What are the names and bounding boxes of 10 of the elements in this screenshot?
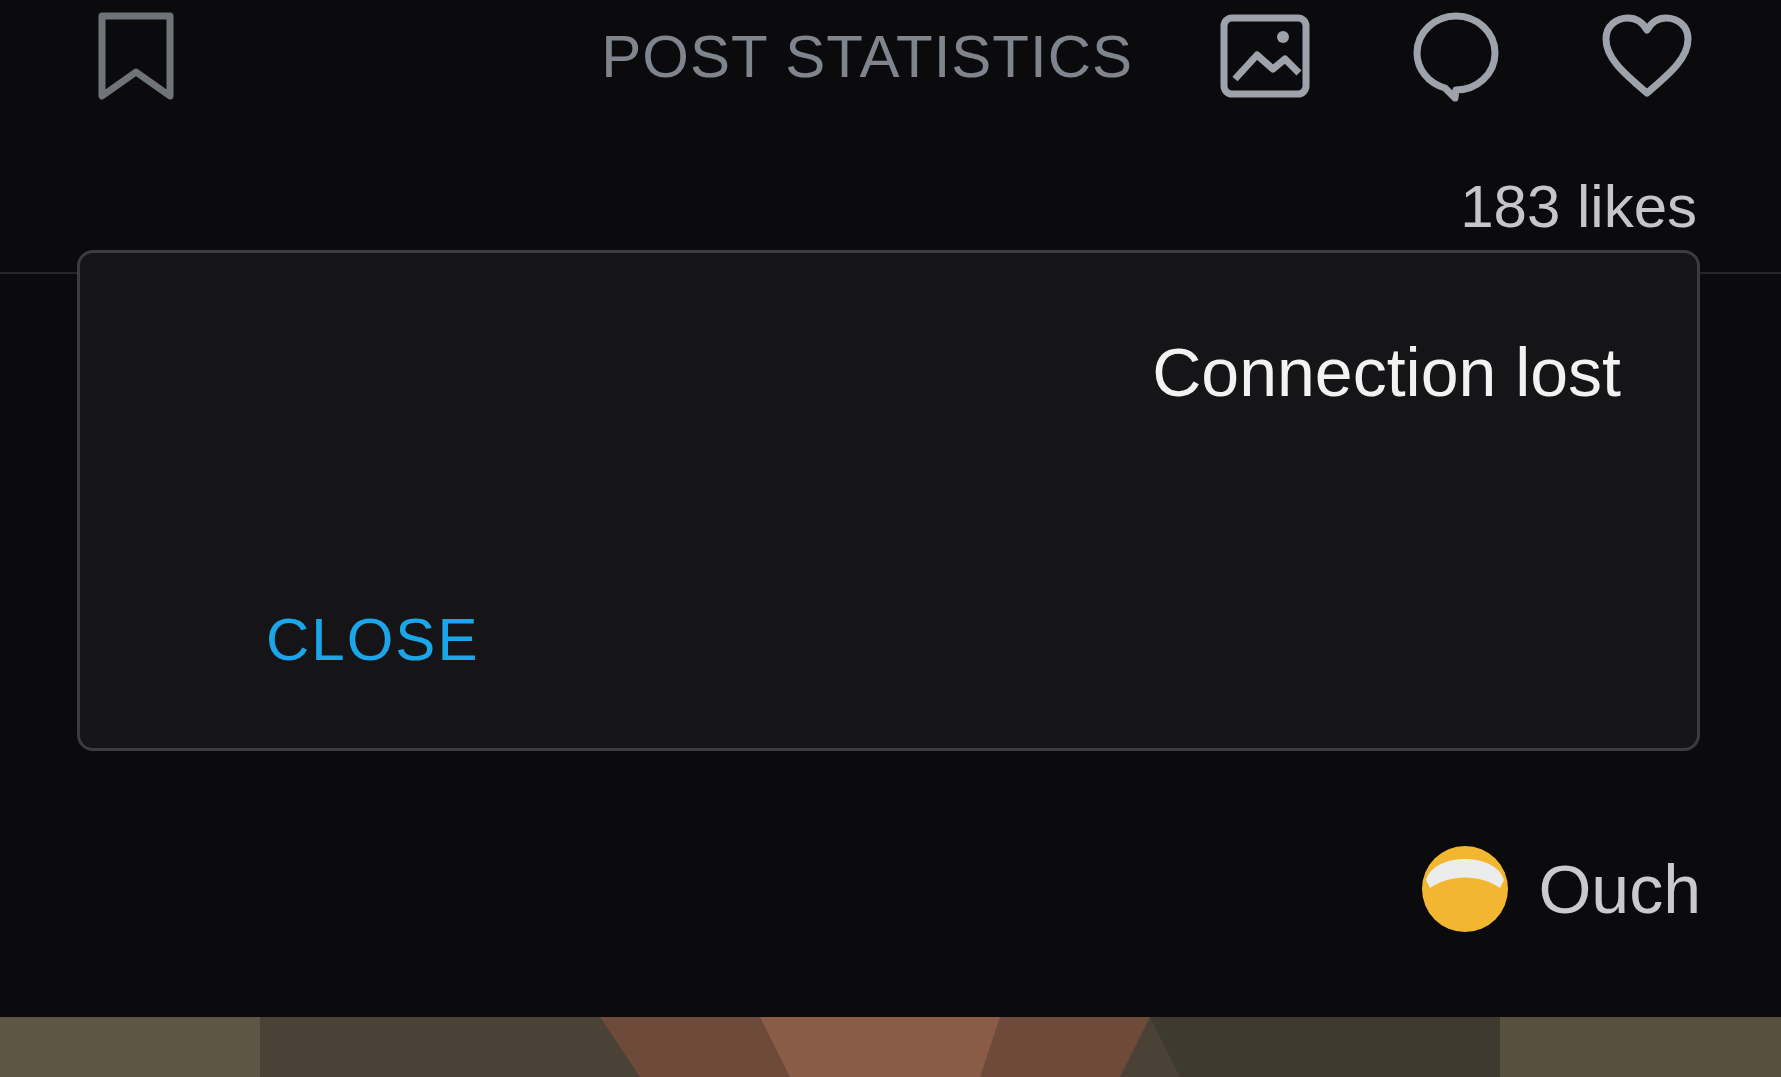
likes-count: 183 likes [1459,172,1698,242]
bandaged-face-emoji-icon [1420,844,1511,934]
close-button[interactable]: CLOSE [156,601,488,678]
post-statistics-link[interactable]: POST STATISTICS [601,21,1133,91]
bookmark-icon[interactable] [96,10,176,102]
comment-icon[interactable] [1411,10,1501,102]
heart-icon[interactable] [1601,13,1693,99]
comment-text: Ouch [1538,850,1701,928]
dialog-message: Connection lost [1151,333,1621,411]
image-icon[interactable] [1219,13,1311,99]
